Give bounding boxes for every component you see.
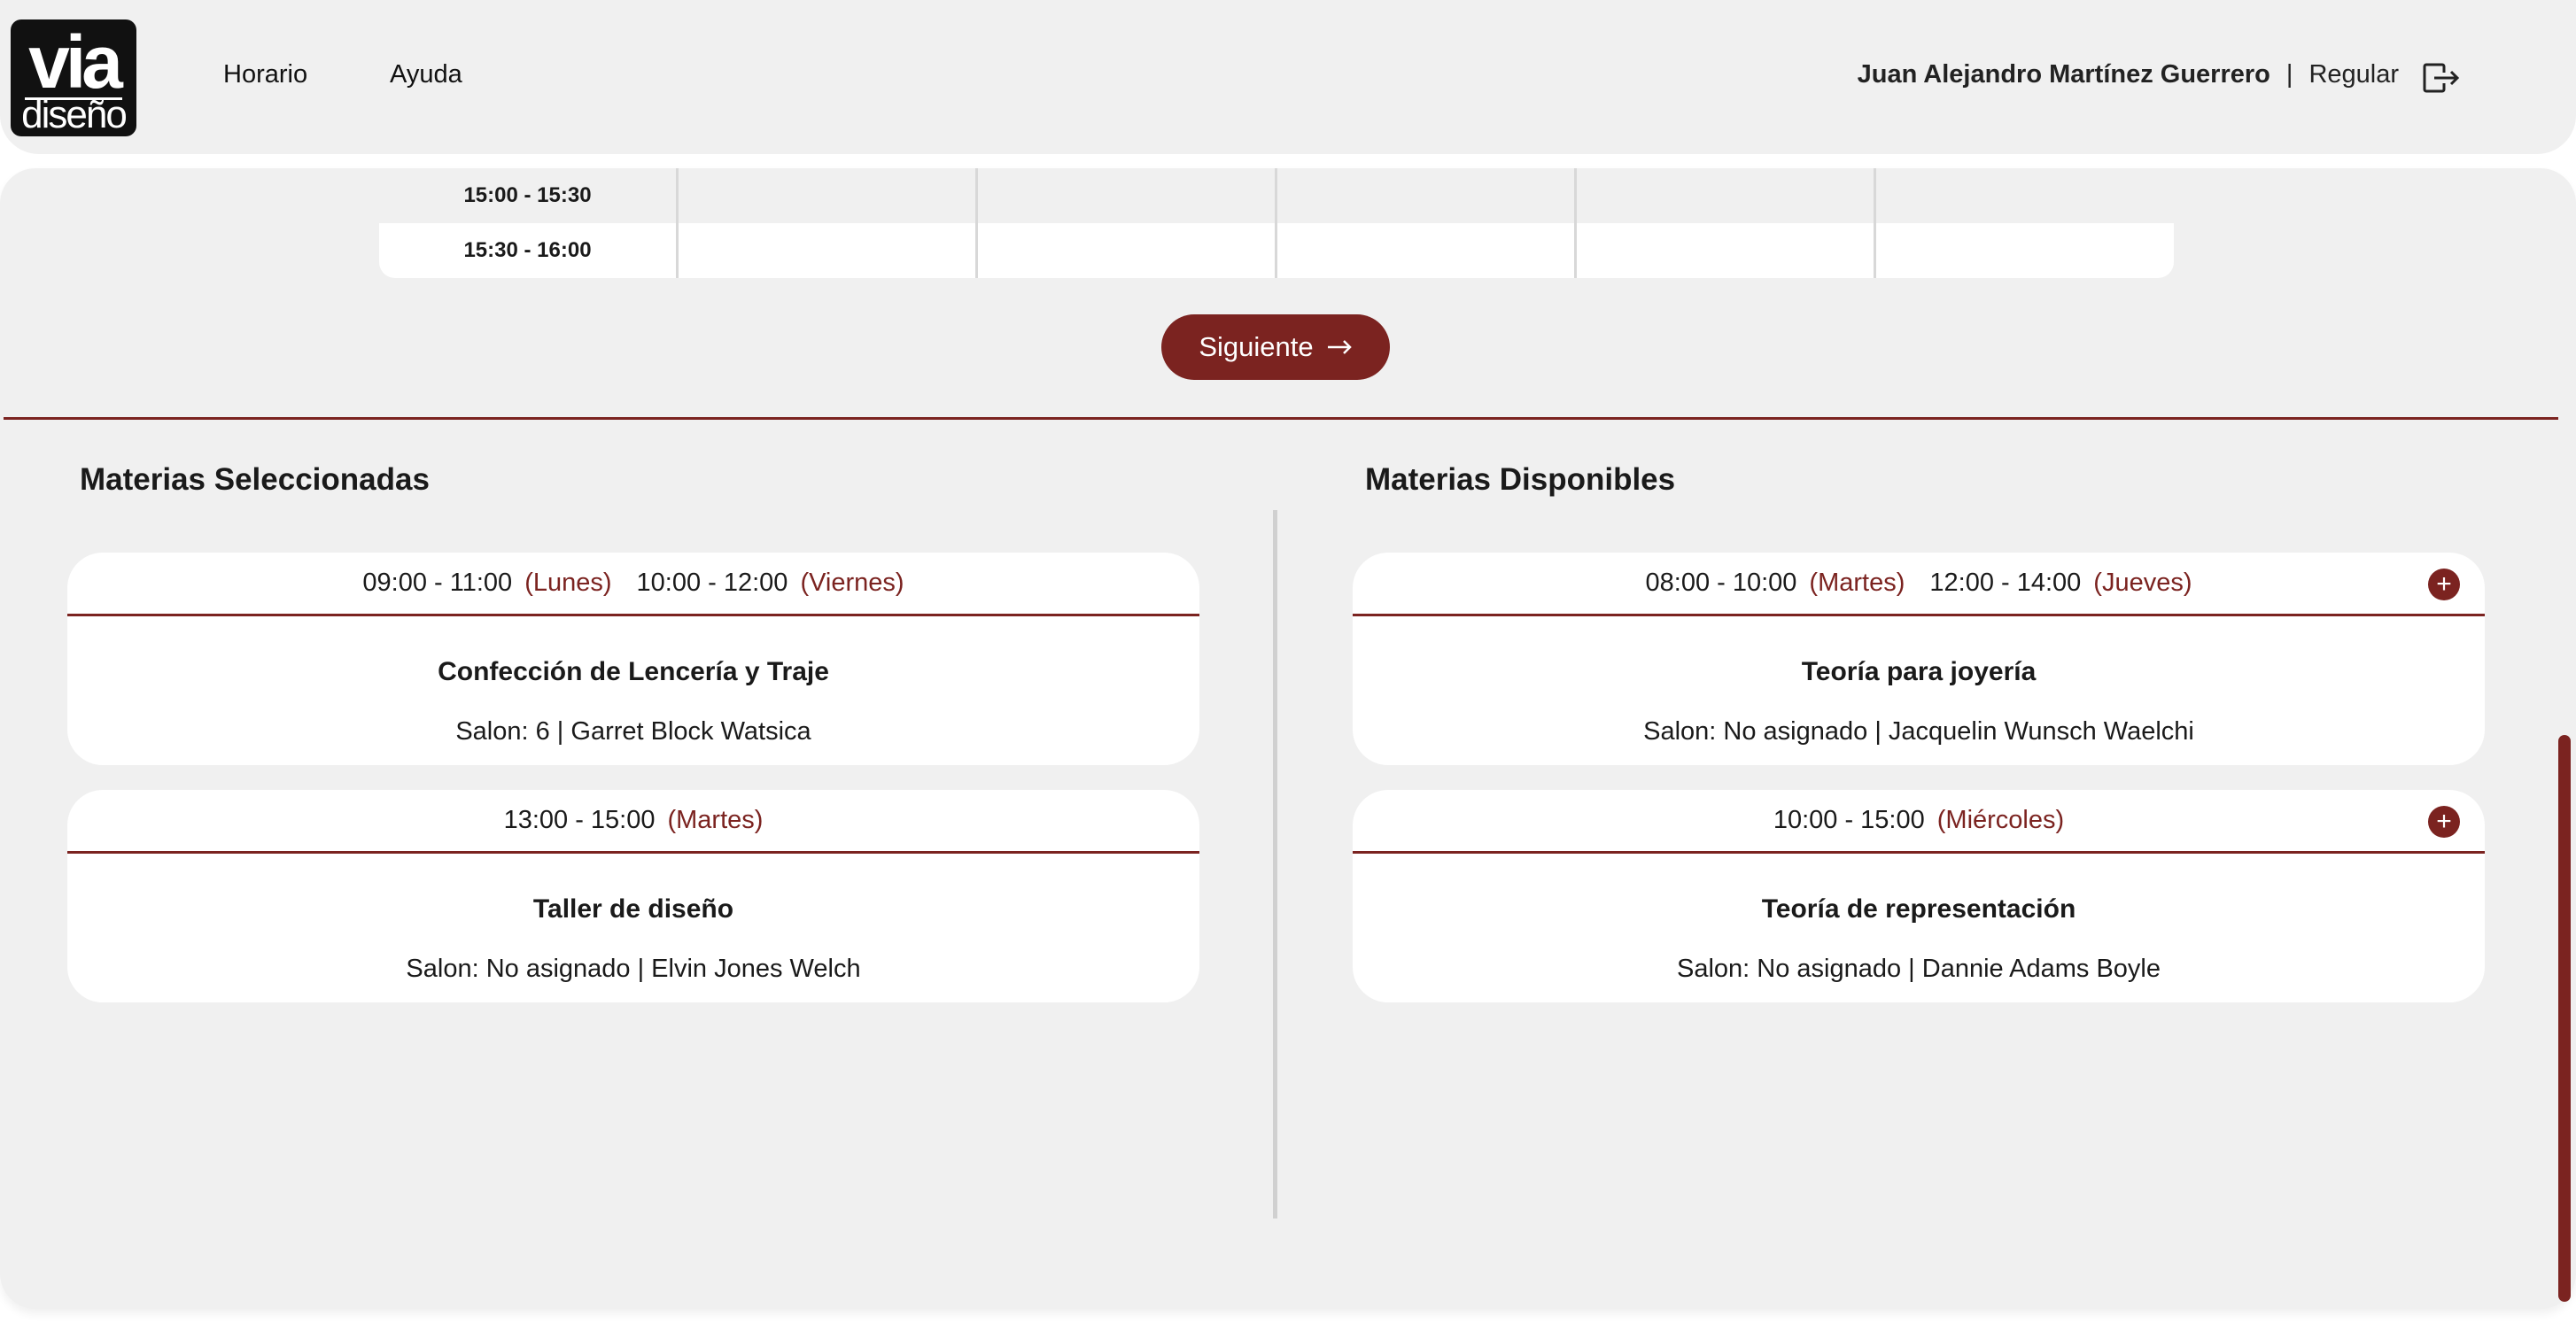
time-slot: 10:00 - 12:00 (Viernes) — [637, 569, 904, 598]
slot-time: 10:00 - 15:00 — [1773, 806, 1925, 834]
selected-subject-card[interactable]: 09:00 - 11:00 (Lunes) 10:00 - 12:00 (Vie… — [67, 553, 1199, 765]
schedule-times: 10:00 - 15:00 (Miércoles) — [1353, 790, 2485, 854]
plus-circle-icon[interactable]: + — [2428, 569, 2460, 600]
slot-day: (Lunes) — [524, 569, 612, 597]
schedule-cell[interactable] — [679, 223, 978, 278]
slot-time: 13:00 - 15:00 — [503, 806, 656, 834]
time-slot-cell: 15:00 - 15:30 — [379, 168, 679, 223]
schedule-cell[interactable] — [1577, 223, 1876, 278]
slot-time: 09:00 - 11:00 — [362, 569, 513, 597]
nav-ayuda-link[interactable]: Ayuda — [390, 60, 462, 89]
available-subjects-title: Materias Disponibles — [1365, 462, 1676, 497]
slot-day: (Martes) — [667, 806, 764, 834]
arrow-right-icon — [1327, 340, 1352, 354]
selected-subjects-title: Materias Seleccionadas — [80, 462, 430, 497]
time-slot: 13:00 - 15:00 (Martes) — [504, 806, 764, 835]
user-separator: | — [2285, 60, 2293, 89]
siguiente-label: Siguiente — [1199, 331, 1314, 362]
time-slot-cell: 15:30 - 16:00 — [379, 223, 679, 278]
schedule-times: 13:00 - 15:00 (Martes) — [67, 790, 1199, 854]
selected-subject-card[interactable]: 13:00 - 15:00 (Martes) Taller de diseño … — [67, 790, 1199, 1002]
plus-circle-icon[interactable]: + — [2428, 806, 2460, 838]
schedule-cell[interactable] — [1876, 168, 2174, 223]
schedule-table: 15:00 - 15:30 15:30 - 16:00 — [379, 168, 2174, 278]
nav-horario-link[interactable]: Horario — [223, 60, 307, 89]
user-info: Juan Alejandro Martínez Guerrero | Regul… — [1858, 60, 2399, 89]
subject-info: Salon: No asignado | Dannie Adams Boyle — [1677, 955, 2161, 983]
subject-name: Teoría para joyería — [1801, 657, 2037, 686]
subject-name: Confección de Lencería y Traje — [438, 657, 829, 686]
subject-name: Taller de diseño — [532, 894, 734, 924]
user-type: Regular — [2308, 60, 2399, 89]
slot-time: 12:00 - 14:00 — [1929, 569, 2082, 597]
time-slot: 10:00 - 15:00 (Miércoles) — [1773, 806, 2064, 835]
user-name: Juan Alejandro Martínez Guerrero — [1857, 60, 2270, 89]
vertical-scrollbar[interactable] — [2558, 735, 2571, 1302]
schedule-cell[interactable] — [978, 168, 1277, 223]
siguiente-button[interactable]: Siguiente — [1161, 314, 1390, 380]
logo-text-bottom: diseño — [21, 93, 128, 136]
schedule-cell[interactable] — [978, 223, 1277, 278]
schedule-cell[interactable] — [679, 168, 978, 223]
time-slot: 08:00 - 10:00 (Martes) — [1646, 569, 1905, 598]
time-slot: 09:00 - 11:00 (Lunes) — [362, 569, 611, 598]
section-divider — [4, 417, 2558, 420]
schedule-row: 15:00 - 15:30 — [379, 168, 2174, 223]
slot-time: 08:00 - 10:00 — [1645, 569, 1797, 597]
time-slot: 12:00 - 14:00 (Jueves) — [1929, 569, 2192, 598]
available-subject-card[interactable]: 08:00 - 10:00 (Martes) 12:00 - 14:00 (Ju… — [1353, 553, 2485, 765]
slot-day: (Miércoles) — [1936, 806, 2065, 834]
schedule-times: 09:00 - 11:00 (Lunes) 10:00 - 12:00 (Vie… — [67, 553, 1199, 616]
subject-info: Salon: 6 | Garret Block Watsica — [455, 717, 811, 746]
available-subject-card[interactable]: 10:00 - 15:00 (Miércoles) + Teoría de re… — [1353, 790, 2485, 1002]
subject-name: Teoría de representación — [1761, 894, 2076, 924]
logout-icon[interactable] — [2422, 60, 2461, 96]
slot-day: (Martes) — [1809, 569, 1905, 597]
subject-info: Salon: No asignado | Jacquelin Wunsch Wa… — [1643, 717, 2194, 746]
slot-time: 10:00 - 12:00 — [636, 569, 788, 597]
via-diseno-logo[interactable]: via diseño — [11, 19, 136, 136]
slot-day: (Jueves) — [2093, 569, 2192, 597]
logo-text-top: via — [28, 20, 123, 104]
column-divider — [1273, 510, 1277, 1219]
schedule-times: 08:00 - 10:00 (Martes) 12:00 - 14:00 (Ju… — [1353, 553, 2485, 616]
schedule-cell[interactable] — [1876, 223, 2174, 278]
schedule-cell[interactable] — [1277, 223, 1577, 278]
top-header: via diseño Horario Ayuda Juan Alejandro … — [0, 0, 2576, 154]
subject-info: Salon: No asignado | Elvin Jones Welch — [406, 955, 861, 983]
schedule-cell[interactable] — [1277, 168, 1577, 223]
slot-day: (Viernes) — [800, 569, 904, 597]
schedule-row: 15:30 - 16:00 — [379, 223, 2174, 278]
schedule-cell[interactable] — [1577, 168, 1876, 223]
